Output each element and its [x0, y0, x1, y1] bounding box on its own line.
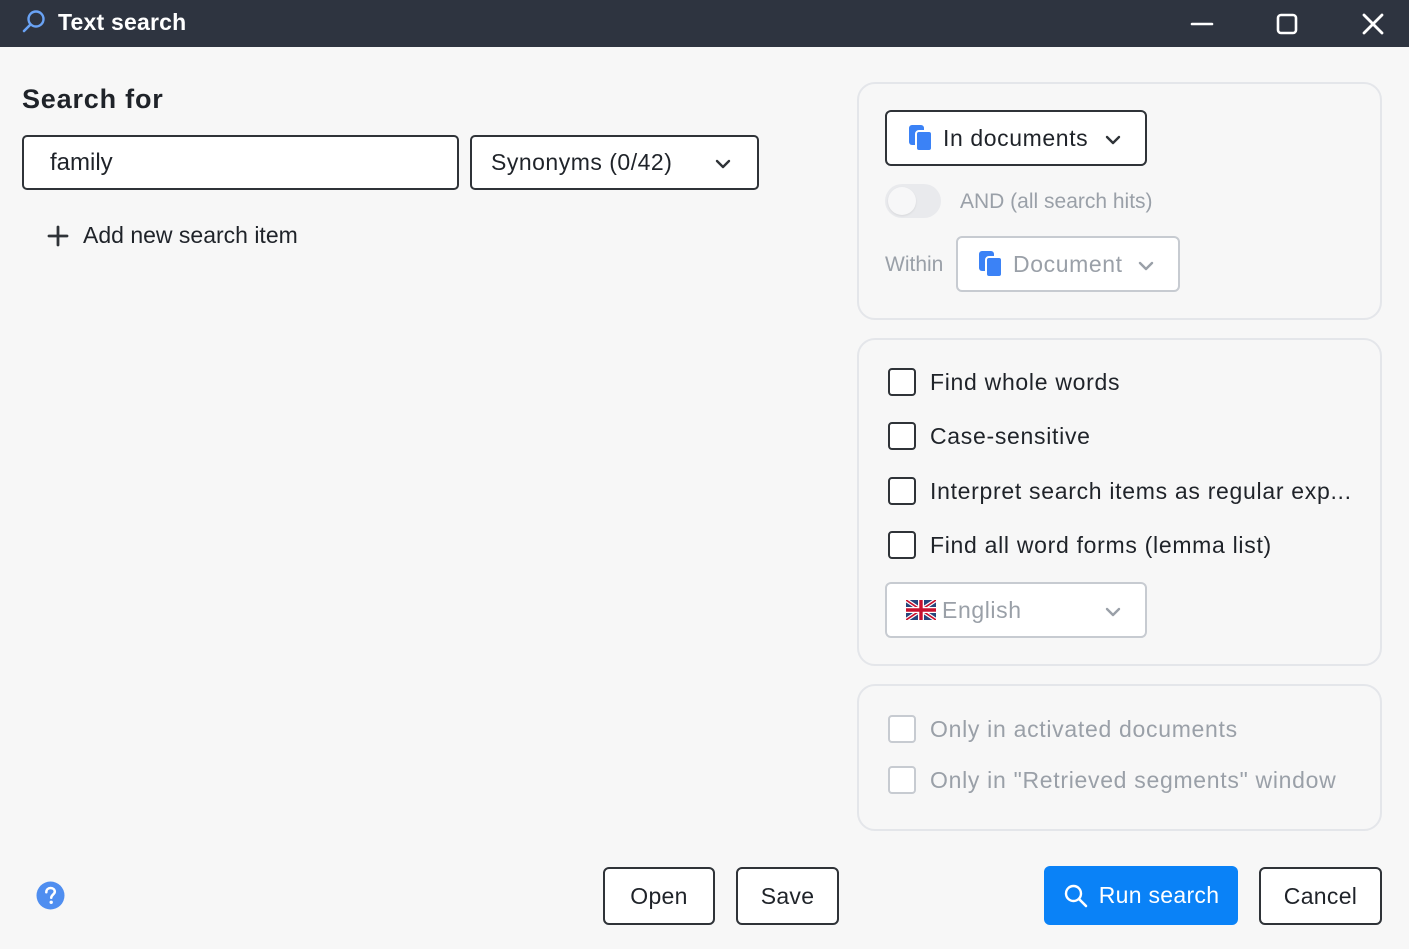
search-input[interactable] — [22, 135, 459, 190]
search-location-dropdown[interactable]: In documents — [885, 110, 1147, 166]
checkbox-label: Interpret search items as regular exp... — [930, 477, 1352, 504]
chevron-down-icon — [1138, 261, 1154, 271]
maximize-button[interactable] — [1257, 0, 1317, 47]
chevron-down-icon — [1105, 135, 1121, 145]
search-icon — [1064, 884, 1087, 907]
run-search-label: Run search — [1098, 882, 1220, 908]
filters-panel — [857, 684, 1382, 831]
maximize-icon — [1276, 13, 1298, 34]
add-search-item-label: Add new search item — [83, 222, 298, 248]
title-bar: Text search — [0, 0, 1409, 47]
cancel-button[interactable]: Cancel — [1259, 867, 1382, 925]
documents-icon — [909, 125, 933, 152]
checkbox-label: Only in "Retrieved segments" window — [930, 766, 1337, 793]
chevron-down-icon — [715, 159, 731, 169]
checkbox-box — [888, 477, 916, 505]
save-button[interactable]: Save — [736, 867, 839, 925]
window-title: Text search — [58, 9, 187, 35]
checkbox-label: Find all word forms (lemma list) — [930, 531, 1272, 558]
run-search-button[interactable]: Run search — [1044, 866, 1238, 925]
checkbox-box — [888, 531, 916, 559]
minimize-button[interactable] — [1172, 0, 1232, 47]
help-icon[interactable] — [36, 881, 65, 910]
checkbox-label: Case-sensitive — [930, 422, 1091, 449]
uk-flag-icon — [906, 600, 936, 620]
only-retrieved-segments-checkbox[interactable]: Only in "Retrieved segments" window — [888, 766, 1336, 794]
checkbox-box — [888, 715, 916, 743]
close-button[interactable] — [1343, 0, 1403, 47]
language-dropdown[interactable]: English — [885, 582, 1147, 638]
checkbox-box — [888, 368, 916, 396]
language-value: English — [942, 596, 1022, 623]
minimize-icon — [1190, 22, 1214, 25]
add-search-item-button[interactable]: Add new search item — [46, 222, 298, 249]
find-whole-words-checkbox[interactable]: Find whole words — [888, 368, 1120, 396]
checkbox-box — [888, 766, 916, 794]
documents-icon — [979, 251, 1003, 278]
within-value: Document — [1013, 250, 1123, 277]
search-icon — [22, 10, 45, 33]
plus-icon — [47, 225, 69, 246]
save-button-label: Save — [760, 882, 815, 909]
chevron-down-icon — [1105, 607, 1121, 617]
regex-checkbox[interactable]: Interpret search items as regular exp... — [888, 477, 1352, 505]
search-location-label: In documents — [943, 124, 1089, 151]
only-activated-documents-checkbox[interactable]: Only in activated documents — [888, 715, 1238, 743]
lemma-list-checkbox[interactable]: Find all word forms (lemma list) — [888, 531, 1272, 559]
checkbox-label: Only in activated documents — [930, 715, 1238, 742]
toggle-knob — [888, 187, 916, 215]
case-sensitive-checkbox[interactable]: Case-sensitive — [888, 422, 1091, 450]
open-button-label: Open — [630, 882, 688, 909]
search-heading: Search for — [22, 84, 164, 114]
checkbox-label: Find whole words — [930, 368, 1121, 395]
synonyms-dropdown[interactable]: Synonyms (0/42) — [470, 135, 759, 190]
close-icon — [1362, 13, 1384, 34]
and-toggle[interactable] — [885, 184, 941, 218]
cancel-button-label: Cancel — [1283, 882, 1358, 909]
within-dropdown[interactable]: Document — [956, 236, 1180, 292]
within-label: Within — [885, 253, 944, 276]
checkbox-box — [888, 422, 916, 450]
and-toggle-label: AND (all search hits) — [960, 190, 1153, 213]
open-button[interactable]: Open — [603, 867, 715, 925]
synonyms-label: Synonyms (0/42) — [491, 149, 673, 175]
